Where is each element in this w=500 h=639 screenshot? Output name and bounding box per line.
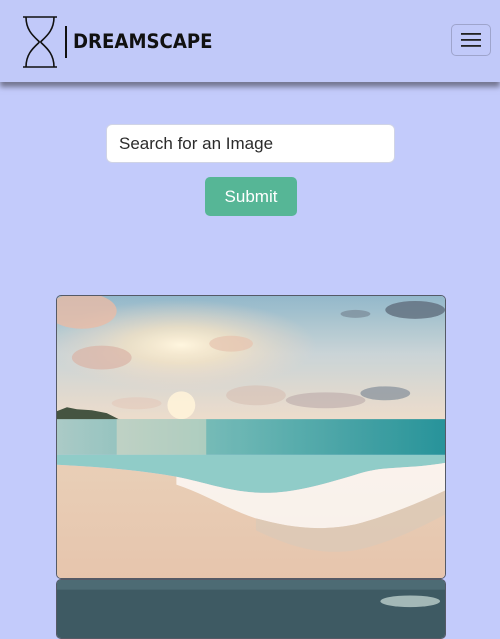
brand-name: DREAMSCAPE	[73, 30, 213, 54]
ocean-photo	[57, 580, 445, 638]
search-input[interactable]	[106, 124, 395, 163]
navbar-toggle-button[interactable]	[451, 24, 491, 56]
submit-button[interactable]: Submit	[205, 177, 297, 216]
result-image-beach[interactable]	[56, 295, 446, 579]
brand-link[interactable]: DREAMSCAPE	[22, 15, 223, 69]
hourglass-icon	[23, 16, 57, 68]
brand-divider	[65, 26, 67, 58]
result-image-ocean[interactable]	[56, 579, 446, 639]
navbar: DREAMSCAPE	[0, 0, 500, 82]
hamburger-menu-icon	[461, 33, 481, 47]
beach-sunset-photo	[57, 296, 445, 578]
